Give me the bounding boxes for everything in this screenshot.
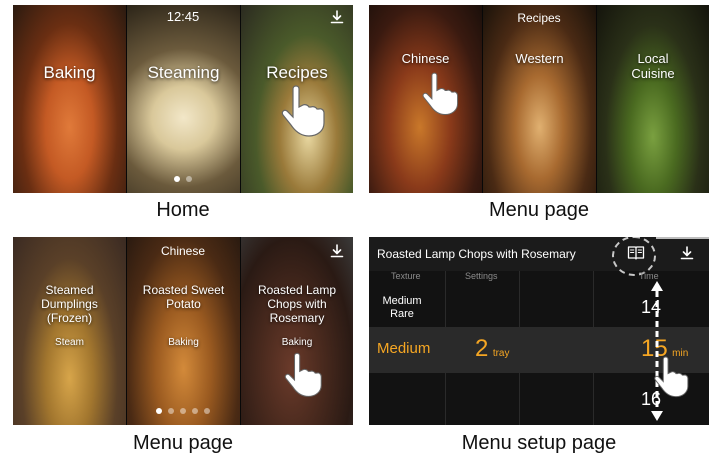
page-dots xyxy=(13,169,353,187)
download-icon[interactable] xyxy=(679,245,695,261)
menu-panel-western[interactable]: Western xyxy=(483,5,596,193)
menu-page-caption: Menu page xyxy=(488,199,590,221)
download-icon[interactable] xyxy=(329,9,345,25)
hand-pointer-icon xyxy=(654,356,689,398)
page-dot[interactable] xyxy=(156,408,162,414)
page-dot[interactable] xyxy=(174,176,180,182)
menu-setup-page: Roasted Lamp Chops with Rosemary Texture… xyxy=(369,237,709,425)
menu-panel-label: Steamed Dumplings (Frozen) xyxy=(41,283,98,325)
callout-line xyxy=(656,237,709,239)
page-dot[interactable] xyxy=(168,408,174,414)
page-dots xyxy=(13,401,353,419)
setting-unit: tray xyxy=(492,348,510,359)
home-panel-steaming[interactable]: Steaming xyxy=(127,5,240,193)
menu-panel-sub: Steam xyxy=(55,337,84,348)
scroll-arrow-icon xyxy=(651,281,663,421)
setting-value: 2 tray xyxy=(475,335,509,363)
menu-panel-local-cuisine[interactable]: Local Cuisine xyxy=(597,5,709,193)
page-title: Recipes xyxy=(517,11,561,25)
texture-cell: Medium xyxy=(377,340,431,357)
page-dot[interactable] xyxy=(192,408,198,414)
menu-panel-sub: Baking xyxy=(168,337,199,348)
menu-panel-sub: Baking xyxy=(281,337,313,348)
home-caption: Home xyxy=(156,199,210,221)
column-header-settings: Settings xyxy=(465,271,498,281)
home-panel-label: Recipes xyxy=(266,63,328,82)
page-dot[interactable] xyxy=(204,408,210,414)
page-title: Chinese xyxy=(160,244,206,258)
menu-setup-caption: Menu setup page xyxy=(461,432,617,454)
menu-panel-label: Local Cuisine xyxy=(631,51,675,81)
page-dot[interactable] xyxy=(186,176,192,182)
hand-pointer-icon xyxy=(422,72,459,116)
menu-page-recipes: Chinese Western Local Cuisine Recipes xyxy=(369,5,709,193)
page-dot[interactable] xyxy=(180,408,186,414)
home-screen: Baking Steaming Recipes 12:45 xyxy=(13,5,353,193)
setup-header: Roasted Lamp Chops with Rosemary xyxy=(369,237,709,271)
texture-cell: Medium Rare xyxy=(382,295,422,320)
column-header-texture: Texture xyxy=(391,271,421,281)
menu-panel-label: Roasted Lamp Chops with Rosemary xyxy=(257,283,337,325)
home-panel-baking[interactable]: Baking xyxy=(13,5,126,193)
menu-page-chinese: Steamed Dumplings (Frozen) Steam Roasted… xyxy=(13,237,353,425)
menu-panel-label: Roasted Sweet Potato xyxy=(142,283,225,311)
menu-panel-sweet-potato[interactable]: Roasted Sweet Potato Baking xyxy=(127,237,240,425)
setup-title: Roasted Lamp Chops with Rosemary xyxy=(377,247,576,261)
menu-panel-label: Chinese xyxy=(401,51,450,66)
menu-page-caption: Menu page xyxy=(132,432,234,454)
hand-pointer-icon xyxy=(281,85,325,137)
menu-panel-steamed-dumplings[interactable]: Steamed Dumplings (Frozen) Steam xyxy=(13,237,126,425)
download-icon[interactable] xyxy=(329,243,345,259)
status-time: 12:45 xyxy=(166,9,200,24)
setting-number: 2 xyxy=(475,335,489,362)
home-panel-label: Baking xyxy=(43,63,96,82)
menu-panel-label: Western xyxy=(515,51,564,66)
home-panel-label: Steaming xyxy=(147,63,220,82)
hand-pointer-icon xyxy=(284,352,322,397)
